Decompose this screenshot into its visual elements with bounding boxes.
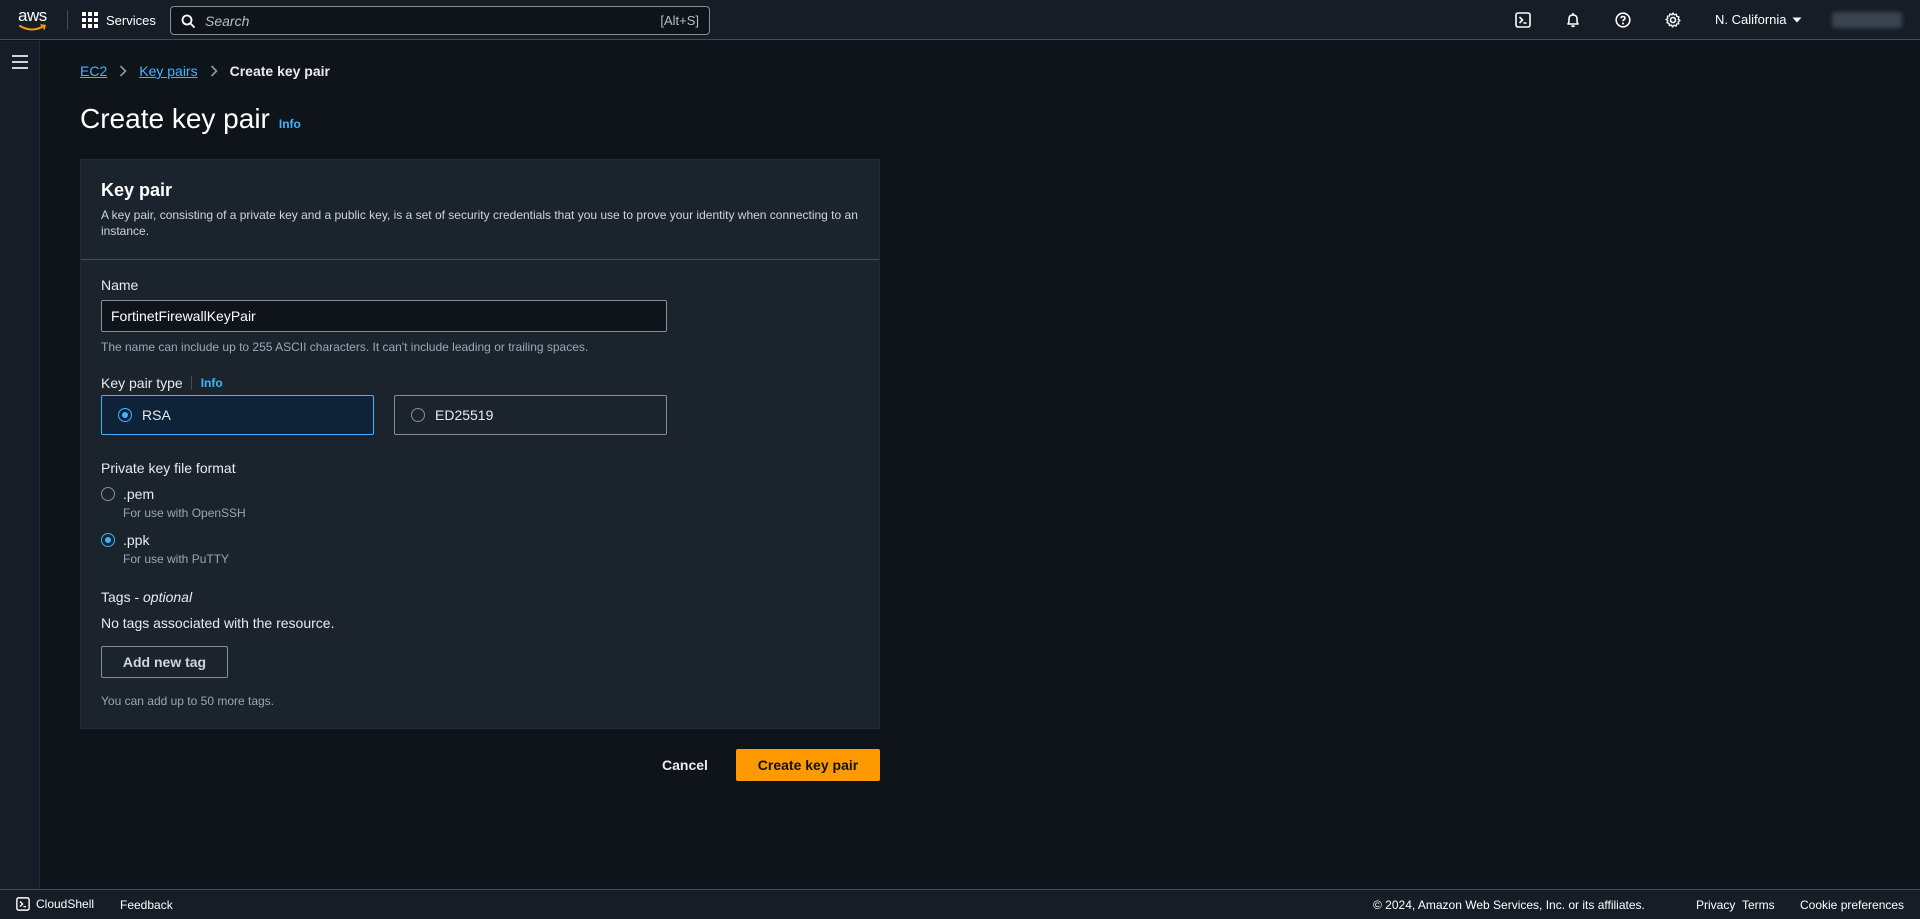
format-option-ppk[interactable]: .ppk For use with PuTTY [101, 531, 229, 567]
key-type-rsa-label: RSA [142, 407, 171, 423]
tags-label-text: Tags - [101, 589, 144, 605]
page-header: Create key pair Info [80, 103, 301, 135]
radio-unselected-icon[interactable] [101, 487, 115, 501]
chevron-right-icon [210, 65, 218, 77]
breadcrumb-key-pairs[interactable]: Key pairs [139, 63, 197, 79]
side-navigation-rail [0, 41, 40, 889]
help-icon[interactable] [1613, 10, 1633, 30]
aws-logo[interactable]: aws [16, 6, 50, 34]
services-label: Services [106, 12, 156, 28]
key-pair-name-input[interactable] [101, 300, 667, 332]
add-new-tag-button[interactable]: Add new tag [101, 646, 228, 678]
file-format-label: Private key file format [101, 460, 236, 476]
format-pem-description: For use with OpenSSH [123, 506, 246, 520]
file-format-label-text: Private key file format [101, 460, 236, 476]
footer-privacy[interactable]: Privacy [1696, 898, 1735, 912]
aws-smile-icon [19, 24, 47, 31]
page-title: Create key pair [80, 103, 270, 134]
account-menu[interactable] [1832, 12, 1902, 28]
panel-description: A key pair, consisting of a private key … [101, 208, 858, 238]
create-key-pair-button[interactable]: Create key pair [736, 749, 880, 781]
panel-header: Key pair A key pair, consisting of a pri… [81, 160, 879, 260]
cloudshell-icon [16, 897, 30, 911]
key-pair-type-label-text: Key pair type [101, 375, 183, 391]
footer: CloudShell Feedback © 2024, Amazon Web S… [0, 889, 1920, 919]
key-pair-type-info-link[interactable]: Info [190, 376, 223, 390]
format-option-pem[interactable]: .pem For use with OpenSSH [101, 485, 246, 521]
search-input[interactable] [205, 12, 661, 29]
form-actions: Cancel Create key pair [80, 749, 880, 781]
settings-gear-icon[interactable] [1663, 10, 1683, 30]
tags-label: Tags - optional [101, 589, 192, 605]
key-type-rsa-tile[interactable]: RSA [101, 395, 374, 435]
radio-selected-icon[interactable] [101, 533, 115, 547]
nav-divider [67, 10, 68, 30]
aws-logo-text: aws [18, 6, 47, 25]
region-label: N. California [1715, 12, 1787, 27]
name-label-text: Name [101, 277, 139, 293]
format-ppk-title: .ppk [123, 532, 150, 548]
footer-feedback[interactable]: Feedback [120, 898, 173, 912]
format-ppk-description: For use with PuTTY [123, 552, 230, 566]
region-selector[interactable]: N. California [1715, 12, 1802, 27]
footer-terms[interactable]: Terms [1742, 898, 1775, 912]
tags-hint: You can add up to 50 more tags. [101, 694, 275, 708]
key-pair-panel: Key pair A key pair, consisting of a pri… [80, 159, 880, 729]
caret-down-icon [1792, 17, 1802, 22]
top-navigation: aws Services [Alt+S] [0, 0, 1920, 40]
cancel-button[interactable]: Cancel [650, 749, 720, 781]
search-icon [181, 14, 195, 28]
breadcrumb: EC2 Key pairs Create key pair [80, 63, 330, 79]
page-info-link[interactable]: Info [279, 117, 301, 131]
grid-apps-icon [82, 12, 98, 28]
key-type-ed25519-label: ED25519 [435, 407, 494, 423]
footer-cloudshell[interactable]: CloudShell [16, 897, 94, 911]
panel-title: Key pair [101, 180, 173, 200]
tags-optional-text: optional [143, 589, 193, 605]
footer-cloudshell-label: CloudShell [36, 897, 95, 911]
key-type-ed25519-tile[interactable]: ED25519 [394, 395, 667, 435]
no-tags-text: No tags associated with the resource. [101, 615, 335, 631]
radio-selected-icon[interactable] [118, 408, 132, 422]
breadcrumb-current: Create key pair [229, 63, 330, 79]
notifications-bell-icon[interactable] [1563, 10, 1583, 30]
chevron-right-icon [119, 65, 127, 77]
hamburger-menu-icon[interactable] [12, 55, 28, 69]
key-pair-type-label: Key pair type Info [101, 375, 223, 391]
breadcrumb-ec2[interactable]: EC2 [80, 63, 107, 79]
services-button[interactable]: Services [82, 8, 156, 32]
search-box[interactable]: [Alt+S] [170, 6, 710, 35]
radio-unselected-icon[interactable] [411, 408, 425, 422]
search-shortcut: [Alt+S] [660, 13, 699, 28]
footer-copyright: © 2024, Amazon Web Services, Inc. or its… [1373, 898, 1645, 912]
name-label: Name [101, 277, 138, 293]
footer-cookie-preferences[interactable]: Cookie preferences [1800, 898, 1904, 912]
name-hint: The name can include up to 255 ASCII cha… [101, 340, 589, 354]
format-pem-title: .pem [123, 486, 155, 502]
cloudshell-icon[interactable] [1513, 10, 1533, 30]
